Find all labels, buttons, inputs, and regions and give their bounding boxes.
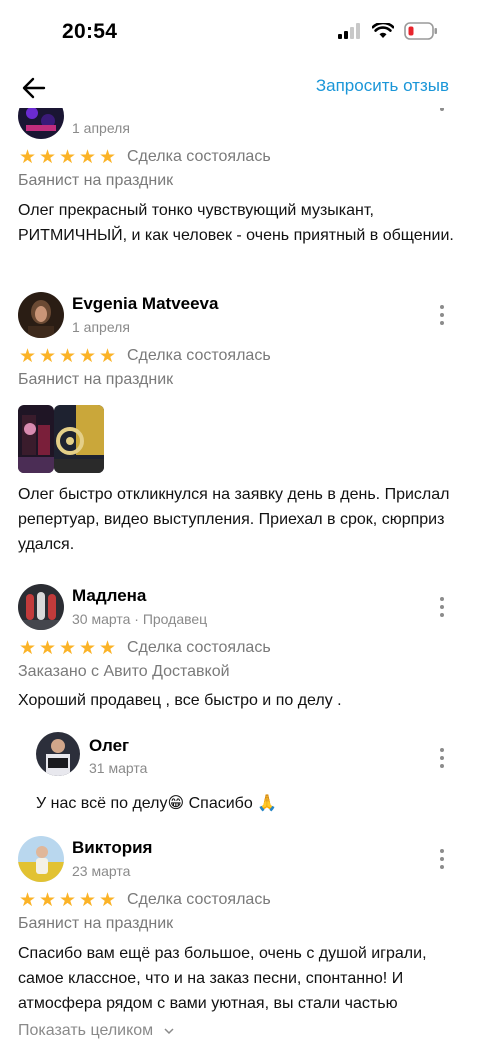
show-full-review-link[interactable]: Показать целиком xyxy=(18,1022,174,1040)
rating-row: ★ ★ ★ ★ ★ Сделка состоялась xyxy=(18,145,271,169)
review-photo[interactable] xyxy=(54,405,104,473)
request-review-link[interactable]: Запросить отзыв xyxy=(316,76,449,96)
deal-status: Сделка состоялась xyxy=(127,347,271,364)
seller-reply-name[interactable]: Олег xyxy=(89,736,129,756)
battery-low-icon xyxy=(404,22,438,45)
more-options-icon[interactable] xyxy=(438,305,446,325)
more-options-icon[interactable] xyxy=(438,849,446,869)
review-date: 1 апреля xyxy=(72,319,130,335)
star-icon: ★ xyxy=(98,345,117,367)
review-header: Evgenia Matveeva 1 апреля xyxy=(0,292,480,342)
status-icons xyxy=(338,21,438,45)
star-icon: ★ xyxy=(38,889,57,911)
reviewer-avatar xyxy=(18,108,64,139)
star-icon: ★ xyxy=(58,146,77,168)
seller-reply-text: У нас всё по делу😁 Спасибо 🙏 xyxy=(36,795,278,812)
review-card: Виктория 23 марта ★ ★ ★ ★ ★ Сделка состоялас… xyxy=(0,836,480,1040)
seller-reply-date: 31 марта xyxy=(89,760,148,776)
review-header: Мадлена 30 марта · Продавец xyxy=(0,584,480,634)
review-header: Виктория 23 марта xyxy=(0,836,480,886)
deal-status: Сделка состоялась xyxy=(127,639,271,656)
review-card: Evgenia Matveeva 1 апреля ★ ★ ★ ★ ★ Сделка с… xyxy=(0,292,480,562)
star-icon: ★ xyxy=(18,889,37,911)
star-icon: ★ xyxy=(18,637,37,659)
status-time: 20:54 xyxy=(62,20,118,43)
star-icon: ★ xyxy=(38,146,57,168)
star-icon: ★ xyxy=(78,889,97,911)
reviewer-name[interactable]: Виктория xyxy=(72,838,152,858)
more-options-icon[interactable] xyxy=(438,108,446,111)
review-date: 30 марта · Продавец xyxy=(72,611,208,627)
review-subject: Заказано с Авито Доставкой xyxy=(18,663,230,680)
review-card: Мадлена 30 марта · Продавец ★ ★ ★ ★ ★ Сделка… xyxy=(0,584,480,814)
show-more-label: Показать целиком xyxy=(18,1022,154,1039)
chevron-down-icon xyxy=(164,1028,174,1035)
review-text: Олег прекрасный тонко чувствующий музыка… xyxy=(18,202,454,244)
star-icon: ★ xyxy=(18,345,37,367)
reviews-feed[interactable]: 1 апреля ★ ★ ★ ★ ★ Сделка состоялась Баянист… xyxy=(0,108,480,1040)
review-subject: Баянист на праздник xyxy=(18,915,174,932)
rating-row: ★ ★ ★ ★ ★ Сделка состоялась xyxy=(18,344,271,368)
more-options-icon[interactable] xyxy=(438,597,446,617)
seller-avatar[interactable] xyxy=(36,732,80,776)
star-icon: ★ xyxy=(58,637,77,659)
star-rating: ★ ★ ★ ★ ★ xyxy=(18,148,117,167)
review-card: 1 апреля ★ ★ ★ ★ ★ Сделка состоялась Баянист… xyxy=(0,108,480,273)
review-date: 1 апреля xyxy=(72,120,130,136)
rating-row: ★ ★ ★ ★ ★ Сделка состоялась xyxy=(18,636,271,660)
arrow-left-icon xyxy=(22,77,46,99)
star-icon: ★ xyxy=(58,889,77,911)
star-rating: ★ ★ ★ ★ ★ xyxy=(18,891,117,910)
review-photo[interactable] xyxy=(18,405,54,473)
star-rating: ★ ★ ★ ★ ★ xyxy=(18,639,117,658)
nav-bar: Запросить отзыв xyxy=(0,64,480,108)
star-icon: ★ xyxy=(78,345,97,367)
reviewer-avatar[interactable] xyxy=(18,836,64,882)
review-text: Хороший продавец , все быстро и по делу … xyxy=(18,692,342,709)
review-header: 1 апреля xyxy=(0,108,480,143)
deal-status: Сделка состоялась xyxy=(127,891,271,908)
review-subject: Баянист на праздник xyxy=(18,172,174,189)
star-icon: ★ xyxy=(98,889,117,911)
back-button[interactable] xyxy=(18,72,50,104)
review-date: 23 марта xyxy=(72,863,131,879)
star-icon: ★ xyxy=(18,146,37,168)
deal-status: Сделка состоялась xyxy=(127,148,271,165)
wifi-icon xyxy=(371,21,395,44)
rating-row: ★ ★ ★ ★ ★ Сделка состоялась xyxy=(18,888,271,912)
star-icon: ★ xyxy=(38,637,57,659)
more-options-icon[interactable] xyxy=(438,748,446,768)
star-icon: ★ xyxy=(78,637,97,659)
reviewer-avatar[interactable] xyxy=(18,584,64,630)
star-icon: ★ xyxy=(78,146,97,168)
signal-icon xyxy=(338,23,362,44)
review-text: Спасибо вам ещё раз большое, очень с душ… xyxy=(18,945,427,1012)
reviewer-name[interactable]: Мадлена xyxy=(72,586,146,606)
review-text: Олег быстро откликнулся на заявку день в… xyxy=(18,486,450,553)
reviewer-name[interactable]: Evgenia Matveeva xyxy=(72,294,218,314)
status-bar: 20:54 xyxy=(0,0,480,64)
review-subject: Баянист на праздник xyxy=(18,371,174,388)
star-icon: ★ xyxy=(58,345,77,367)
star-rating: ★ ★ ★ ★ ★ xyxy=(18,347,117,366)
star-icon: ★ xyxy=(98,146,117,168)
reviewer-avatar[interactable] xyxy=(18,292,64,338)
star-icon: ★ xyxy=(38,345,57,367)
star-icon: ★ xyxy=(98,637,117,659)
